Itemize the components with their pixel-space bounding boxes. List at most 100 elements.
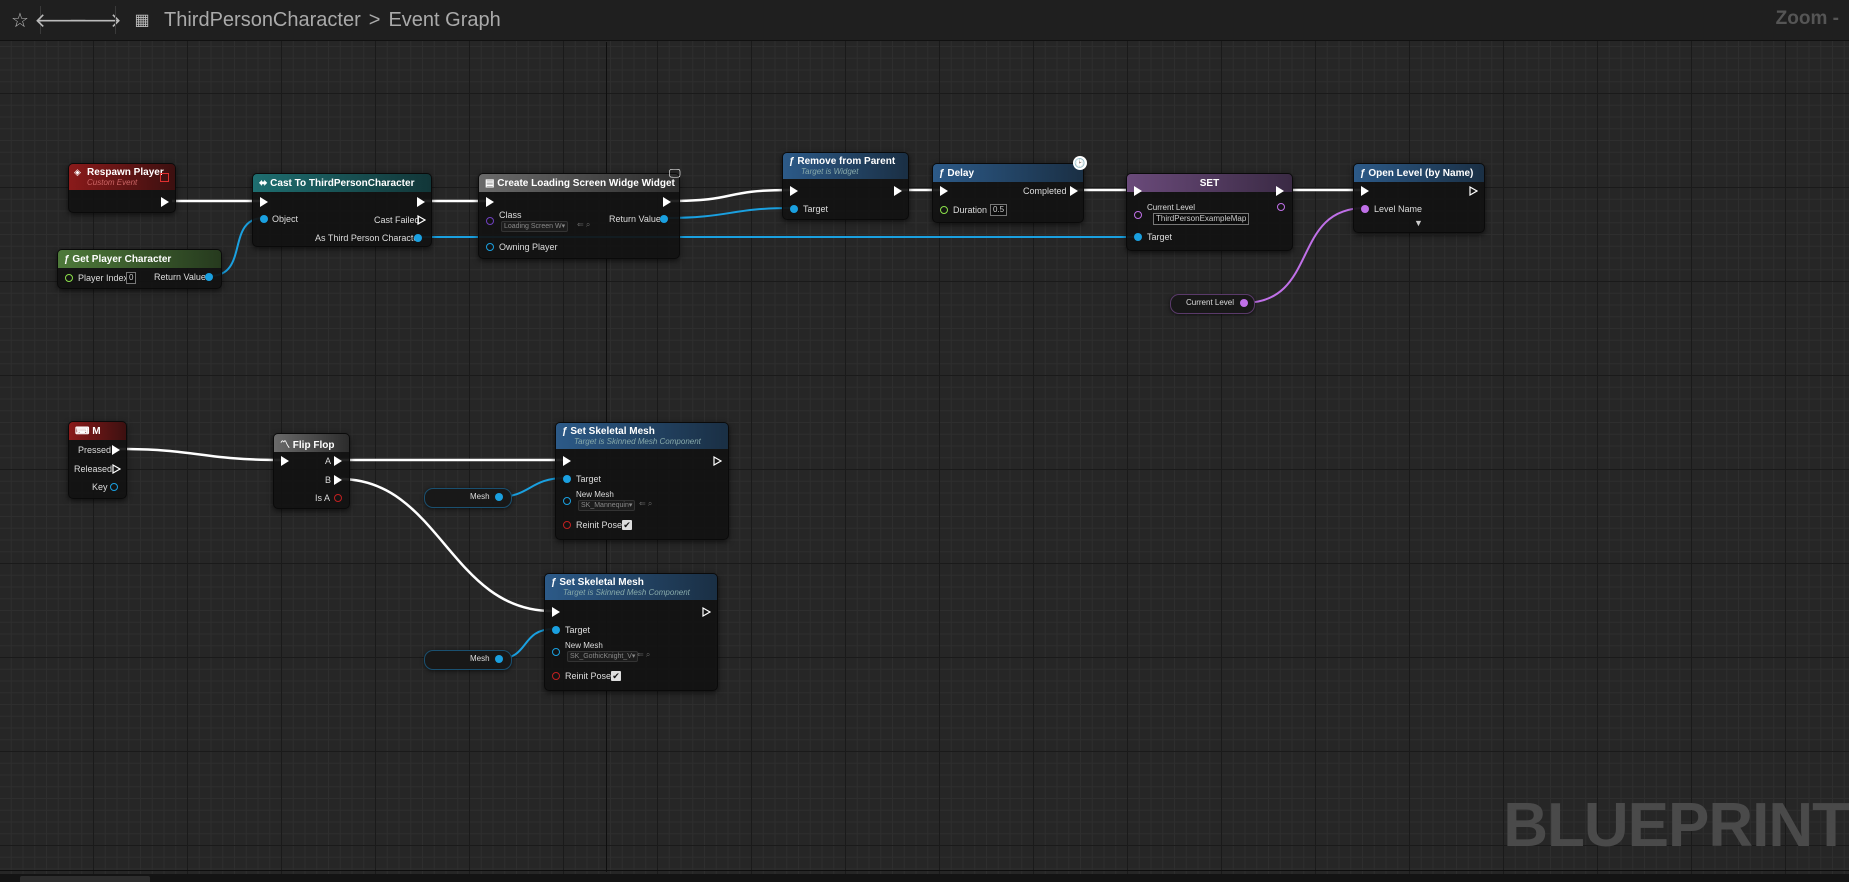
node-set-skeletal-mesh-2[interactable]: ƒ Set Skeletal Mesh Target is Skinned Me… [544,573,718,691]
forward-arrow-icon[interactable]: 🡒 [68,6,122,34]
exec-in-pin[interactable] [260,197,268,207]
target-pin[interactable] [790,205,798,213]
variable-mesh-1[interactable]: Mesh [424,488,512,508]
exec-in-pin[interactable] [552,607,560,617]
exec-out-pin[interactable] [713,456,722,466]
new-mesh-pin[interactable] [563,497,571,505]
bottom-tab[interactable] [20,876,150,882]
exec-out-pin[interactable] [663,197,671,207]
variable-label: Mesh [470,492,490,501]
reinit-pose-label: Reinit Pose [565,671,612,681]
node-header: ⌨ M [69,422,126,440]
exec-out-pin[interactable] [1469,186,1478,196]
delegate-pin-icon[interactable] [160,173,169,182]
target-label: Target [565,625,591,635]
new-mesh-label: New Mesh [565,641,603,650]
browse-icons[interactable]: ⇐ ⌕ [639,499,652,509]
object-pin[interactable] [260,215,268,223]
browse-icons[interactable]: ⇐ ⌕ [637,650,650,660]
owning-player-pin[interactable] [486,243,494,251]
current-level-input[interactable]: ThirdPersonExampleMap [1153,213,1250,225]
star-icon[interactable]: ☆ [6,6,34,34]
node-set-current-level[interactable]: SET Current Level ThirdPersonExampleMap … [1126,173,1293,251]
advanced-expand-icon[interactable]: ▼ [1414,218,1423,228]
current-level-in-pin[interactable] [1134,211,1142,219]
player-index-input[interactable]: 0 [126,272,137,284]
node-subtitle: Custom Event [87,178,138,187]
new-mesh-dropdown[interactable]: SK_GothicKnight_V▾ [567,651,639,662]
node-key-m[interactable]: ⌨ M Pressed Released Key [68,421,127,499]
node-cast-to-thirdpersoncharacter[interactable]: ⬌ Cast To ThirdPersonCharacter Object Ca… [252,173,432,247]
released-exec-pin[interactable] [112,464,121,474]
key-pin[interactable] [110,483,118,491]
exec-out-pin[interactable] [894,186,902,196]
player-index-pin[interactable] [65,274,73,282]
variable-out-pin[interactable] [495,493,503,501]
return-value-pin[interactable] [660,215,668,223]
variable-out-pin[interactable] [495,655,503,663]
cast-failed-exec-pin[interactable] [417,215,426,225]
reinit-pose-checkbox[interactable]: ✔ [611,671,621,681]
node-header: ƒ Delay [933,164,1083,182]
node-title-text: Set Skeletal Mesh [570,426,655,437]
variable-mesh-2[interactable]: Mesh [424,650,512,670]
node-open-level[interactable]: ƒ Open Level (by Name) Level Name ▼ [1353,163,1485,233]
a-exec-pin[interactable] [334,456,342,466]
macro-icon: 〽 [280,439,293,451]
target-pin[interactable] [552,626,560,634]
node-remove-from-parent[interactable]: ƒ Remove from Parent Target is Widget Ta… [782,152,909,220]
as-third-person-character-pin[interactable] [414,234,422,242]
exec-in-pin[interactable] [940,186,948,196]
is-a-pin[interactable] [334,494,342,502]
node-title-text: Cast To ThirdPersonCharacter [270,177,415,189]
node-delay[interactable]: ƒ Delay 🕑 Completed Duration 0.5 [932,156,1087,223]
reinit-pose-pin[interactable] [552,672,560,680]
exec-in-pin[interactable] [563,456,571,466]
is-a-label: Is A [315,493,331,503]
target-pin[interactable] [563,475,571,483]
return-value-pin[interactable] [205,273,213,281]
class-dropdown[interactable]: Loading Screen W▾ [501,221,569,232]
exec-out-pin-completed[interactable] [1070,186,1078,196]
node-title: SET [1199,177,1220,189]
exec-in-pin[interactable] [486,197,494,207]
duration-pin[interactable] [940,206,948,214]
exec-in-pin[interactable] [1361,186,1369,196]
breadcrumb-graph[interactable]: Event Graph [388,9,500,32]
node-respawn-player[interactable]: Respawn Player Custom Event ◈ [68,163,176,213]
node-set-skeletal-mesh-1[interactable]: ƒ Set Skeletal Mesh Target is Skinned Me… [555,422,729,540]
class-pin[interactable] [486,217,494,225]
browse-icons[interactable]: ⇐ ⌕ [577,220,590,230]
node-header: ƒ Get Player Character [58,250,221,268]
pressed-exec-pin[interactable] [112,445,120,455]
node-get-player-character[interactable]: ƒ Get Player Character Player Index 0 Re… [57,249,222,289]
b-exec-pin[interactable] [334,475,342,485]
exec-in-pin[interactable] [790,186,798,196]
variable-current-level[interactable]: Current Level [1170,294,1255,314]
duration-input[interactable]: 0.5 [990,204,1008,216]
node-title-text: Flip Flop [292,439,335,451]
target-pin[interactable] [1134,233,1142,241]
exec-out-pin[interactable] [417,197,425,207]
reinit-pose-pin[interactable] [563,521,571,529]
monitor-icon: 🖵 [669,166,681,180]
node-header: ƒ Set Skeletal Mesh Target is Skinned Me… [556,423,728,449]
exec-out-pin[interactable] [1276,186,1284,196]
current-level-out-pin[interactable] [1277,203,1285,211]
variable-out-pin[interactable] [1240,299,1248,307]
node-flip-flop[interactable]: 〽 Flip Flop A B Is A [273,433,350,509]
new-mesh-dropdown[interactable]: SK_Mannequin▾ [578,500,636,511]
reinit-pose-checkbox[interactable]: ✔ [622,520,632,530]
level-name-pin[interactable] [1361,205,1369,213]
exec-in-pin[interactable] [1134,186,1142,196]
node-header: ƒ Set Skeletal Mesh Target is Skinned Me… [545,574,717,600]
target-label: Target [803,204,829,214]
node-create-widget[interactable]: ▤ Create Loading Screen Widge Widget 🖵 C… [478,166,681,259]
exec-out-pin[interactable] [702,607,711,617]
exec-in-pin[interactable] [281,456,289,466]
new-mesh-pin[interactable] [552,648,560,656]
breadcrumb-class[interactable]: ThirdPersonCharacter [164,9,361,32]
current-level-label: Current Level [1147,203,1196,212]
b-label: B [325,475,332,485]
exec-out-pin[interactable] [161,197,169,207]
